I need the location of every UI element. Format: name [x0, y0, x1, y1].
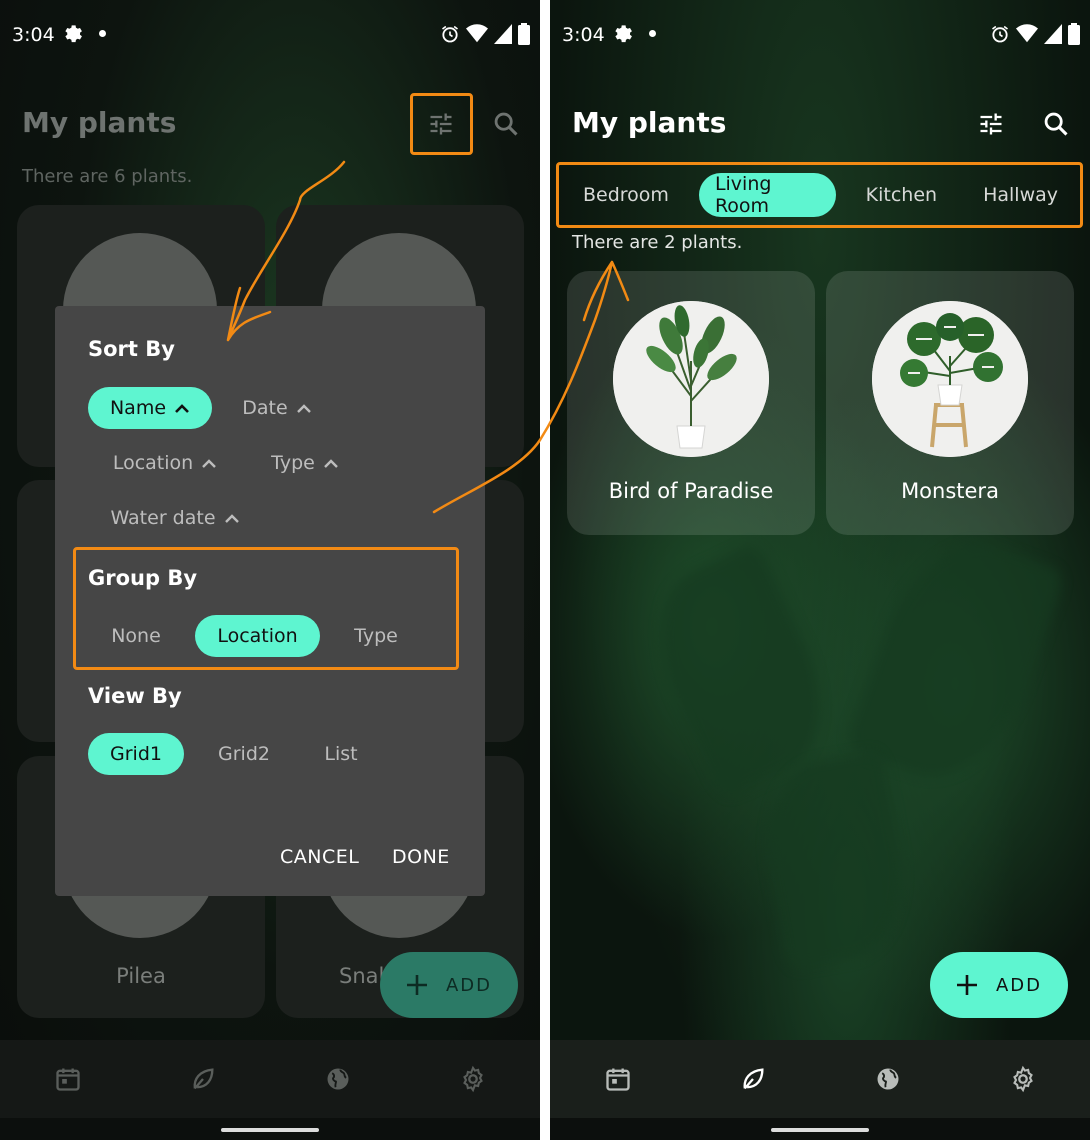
wifi-icon: [1016, 24, 1038, 43]
add-button[interactable]: ADD: [380, 952, 518, 1018]
signal-icon: [494, 24, 512, 44]
nav-settings[interactable]: [998, 1054, 1048, 1104]
wifi-icon: [466, 24, 488, 43]
nav-plants[interactable]: [178, 1054, 228, 1104]
plant-name: Bird of Paradise: [608, 479, 774, 503]
annotation-tabs-highlight: [556, 162, 1083, 228]
nav-settings[interactable]: [448, 1054, 498, 1104]
home-gesture-bar[interactable]: [221, 1128, 319, 1132]
plus-icon: [406, 975, 427, 995]
bottom-navigation: [0, 1040, 540, 1118]
settings-status-icon: [615, 25, 632, 43]
view-option-list[interactable]: List: [305, 733, 377, 775]
gear-icon: [1012, 1065, 1033, 1093]
plant-card[interactable]: Bird of Paradise: [567, 271, 815, 535]
plant-card[interactable]: Monstera: [826, 271, 1074, 535]
page-title: My plants: [572, 106, 727, 139]
filter-button[interactable]: [971, 104, 1011, 144]
bird-of-paradise-image: [613, 301, 769, 457]
tune-icon: [980, 113, 1002, 135]
chip-label: Date: [242, 397, 288, 419]
chip-label: Grid2: [218, 743, 270, 765]
bottom-navigation: [550, 1040, 1090, 1118]
battery-icon: [518, 23, 530, 45]
plant-count: There are 2 plants.: [572, 232, 743, 253]
signal-icon: [1044, 24, 1062, 44]
chip-label: Water date: [110, 507, 216, 529]
status-time: 3:04: [12, 24, 55, 46]
search-button[interactable]: [486, 104, 526, 144]
calendar-icon: [605, 1068, 630, 1091]
sort-option-type[interactable]: Type: [255, 442, 355, 484]
nav-calendar[interactable]: [593, 1054, 643, 1104]
plant-name: Monstera: [901, 479, 999, 503]
chevron-up-icon: [202, 459, 217, 468]
battery-icon: [1068, 23, 1080, 45]
chip-label: Location: [112, 452, 194, 474]
plant-count: There are 6 plants.: [22, 166, 193, 187]
settings-status-icon: [65, 25, 82, 43]
chevron-up-icon: [296, 404, 311, 413]
globe-icon: [877, 1068, 898, 1090]
annotation-filter-highlight: [410, 93, 473, 155]
view-heading: View By: [88, 684, 182, 708]
status-icons: [440, 23, 530, 45]
search-icon: [494, 112, 518, 136]
chip-label: List: [324, 743, 358, 765]
done-button[interactable]: DONE: [392, 846, 450, 868]
plant-photo: [613, 301, 769, 457]
add-label: ADD: [445, 974, 493, 996]
sort-option-location[interactable]: Location: [100, 442, 230, 484]
leaf-icon: [193, 1068, 214, 1090]
chevron-up-icon: [175, 404, 189, 413]
nav-calendar[interactable]: [43, 1054, 93, 1104]
chip-label: Type: [271, 452, 315, 474]
alarm-icon: [442, 25, 458, 43]
add-button[interactable]: ADD: [930, 952, 1068, 1018]
leaf-icon: [743, 1068, 764, 1090]
chevron-up-icon: [224, 514, 239, 523]
notification-dot: [99, 30, 106, 37]
screenshot-root: 3:04 My plants There are 6 plants. Pilea…: [0, 0, 1090, 1140]
gear-icon: [462, 1065, 483, 1093]
gesture-area: [550, 1118, 1090, 1140]
plant-photo: [872, 301, 1028, 457]
gesture-area: [0, 1118, 540, 1140]
page-title: My plants: [22, 106, 177, 139]
add-label: ADD: [995, 974, 1043, 996]
nav-plants[interactable]: [728, 1054, 778, 1104]
sort-option-date[interactable]: Date: [227, 387, 327, 429]
alarm-icon: [992, 25, 1008, 43]
status-bar: 3:04: [0, 0, 540, 68]
status-bar: 3:04: [550, 0, 1090, 68]
chevron-up-icon: [323, 459, 338, 468]
nav-explore[interactable]: [313, 1054, 363, 1104]
globe-icon: [327, 1068, 348, 1090]
plus-icon: [956, 975, 977, 995]
monstera-image: [872, 301, 1028, 457]
cancel-button[interactable]: CANCEL: [280, 846, 359, 868]
view-option-grid2[interactable]: Grid2: [199, 733, 289, 775]
nav-explore[interactable]: [863, 1054, 913, 1104]
chip-label: Grid1: [110, 743, 162, 765]
chip-label: Name: [109, 397, 167, 419]
search-button[interactable]: [1036, 104, 1076, 144]
sort-option-name[interactable]: Name: [88, 387, 212, 429]
sort-heading: Sort By: [88, 337, 175, 361]
calendar-icon: [55, 1068, 80, 1091]
status-icons: [990, 23, 1080, 45]
sort-option-water-date[interactable]: Water date: [100, 497, 250, 539]
annotation-group-by-highlight: [73, 547, 459, 670]
home-gesture-bar[interactable]: [771, 1128, 869, 1132]
search-icon: [1044, 112, 1068, 136]
plant-name: Pilea: [116, 964, 166, 988]
view-option-grid1[interactable]: Grid1: [88, 733, 184, 775]
status-time: 3:04: [562, 24, 605, 46]
notification-dot: [649, 30, 656, 37]
